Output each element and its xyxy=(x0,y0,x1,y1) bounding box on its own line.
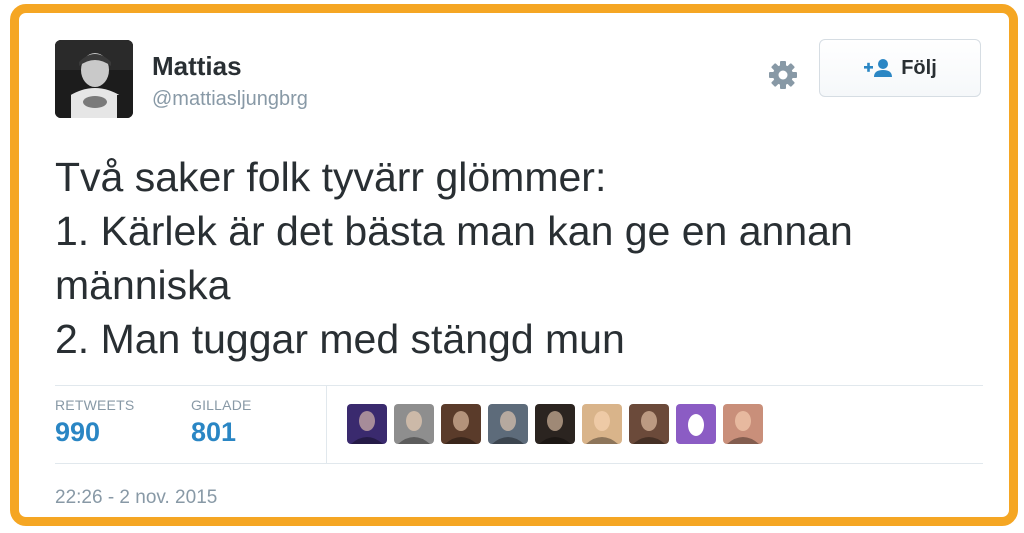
liker-avatar-4[interactable] xyxy=(488,404,528,444)
tweet-text-line: 1. Kärlek är det bästa man kan ge en ann… xyxy=(55,208,853,254)
tweet-text: Två saker folk tyvärr glömmer: 1. Kärlek… xyxy=(55,150,985,366)
liker-avatar-5[interactable] xyxy=(535,404,575,444)
liker-avatar-7[interactable] xyxy=(629,404,669,444)
retweets-count: 990 xyxy=(55,417,101,447)
stats-bottom-divider xyxy=(55,463,983,464)
stats-top-divider xyxy=(55,385,983,386)
avatar-photo xyxy=(55,40,133,118)
liker-avatar-8[interactable] xyxy=(676,404,716,444)
likes-count: 801 xyxy=(191,417,237,447)
tweet-text-line: Två saker folk tyvärr glömmer: xyxy=(55,154,607,200)
follow-button[interactable]: Följ xyxy=(819,39,981,97)
author-name[interactable]: Mattias xyxy=(152,51,242,82)
add-person-icon xyxy=(864,59,893,77)
liker-avatar-2[interactable] xyxy=(394,404,434,444)
liker-avatar-6[interactable] xyxy=(582,404,622,444)
liker-avatar-3[interactable] xyxy=(441,404,481,444)
author-handle[interactable]: @mattiasljungbrg xyxy=(152,88,308,111)
stats-vertical-divider xyxy=(326,385,327,463)
follow-button-label: Följ xyxy=(901,56,937,79)
retweets-label: RETWEETS xyxy=(55,397,135,413)
tweet-timestamp[interactable]: 22:26 - 2 nov. 2015 xyxy=(55,487,217,509)
gear-icon[interactable] xyxy=(767,59,799,91)
author-avatar[interactable] xyxy=(55,40,133,118)
likers-avatar-list xyxy=(347,404,763,444)
likes-label: GILLADE xyxy=(191,397,252,413)
tweet-text-line: människa xyxy=(55,262,231,308)
liker-avatar-1[interactable] xyxy=(347,404,387,444)
likes-stat[interactable]: GILLADE 801 xyxy=(191,397,252,448)
retweets-stat[interactable]: RETWEETS 990 xyxy=(55,397,134,448)
tweet-card: Mattias @mattiasljungbrg Följ Två saker … xyxy=(10,4,1018,526)
liker-avatar-9[interactable] xyxy=(723,404,763,444)
tweet-text-line: 2. Man tuggar med stängd mun xyxy=(55,316,625,362)
